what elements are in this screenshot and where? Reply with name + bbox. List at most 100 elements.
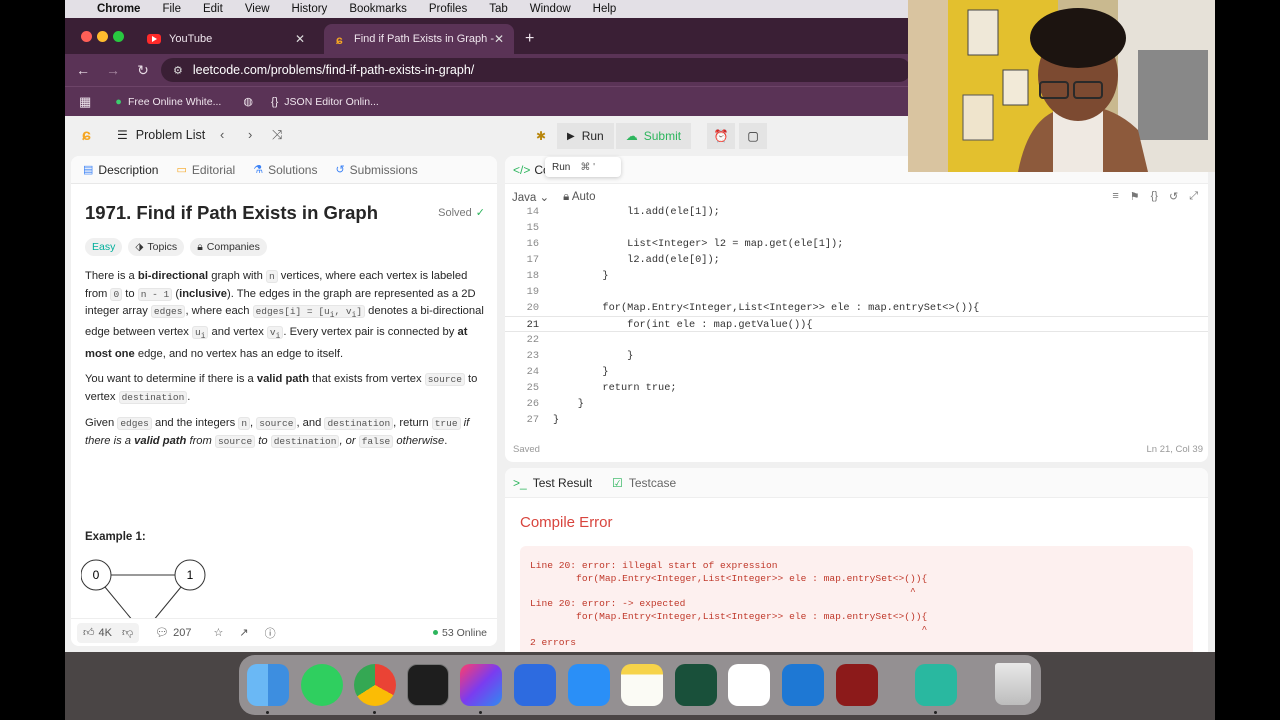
code-line[interactable]: 17 l2.add(ele[0]); — [505, 252, 1208, 268]
chrome-icon[interactable] — [354, 664, 396, 706]
code-line[interactable]: 15 — [505, 220, 1208, 236]
description-footer: 👍︎ 4K 👎︎ 💬︎ 207 ☆ ↗ ⓘ 53 Online — [71, 618, 497, 646]
star-icon[interactable]: ☆ — [213, 626, 223, 639]
code-line[interactable]: 14 l1.add(ele[1]); — [505, 206, 1208, 220]
menu-tab[interactable]: Tab — [489, 3, 508, 15]
leetcode-logo-icon[interactable]: ɕ — [82, 127, 98, 145]
tab-label: Testcase — [628, 475, 677, 490]
tab-title: YouTube — [169, 33, 213, 45]
reload-icon[interactable]: ↻ — [135, 62, 151, 79]
site-settings-icon[interactable]: ⚙ — [173, 64, 183, 77]
code-line[interactable]: 26 } — [505, 396, 1208, 412]
likes-count: 4K — [98, 626, 112, 639]
close-window-button[interactable] — [81, 31, 92, 42]
bookmark-json-editor[interactable]: {} JSON Editor Onlin... — [271, 96, 379, 108]
tab-solutions[interactable]: ⚗ Solutions — [253, 163, 317, 177]
editor-actions: ≡ ⚑ {} ↺ ⤢ — [1101, 190, 1198, 203]
problem-list-button[interactable]: ☰ Problem List — [117, 128, 205, 142]
code-line[interactable]: 20 for(Map.Entry<Integer,List<Integer>> … — [505, 300, 1208, 316]
back-icon[interactable]: ← — [75, 62, 91, 78]
bookmark-whiteboard[interactable]: ● Free Online White... — [115, 96, 221, 108]
notes-icon[interactable]: ▢ — [739, 123, 768, 149]
format-icon[interactable]: ≡ — [1112, 190, 1118, 203]
menu-profiles[interactable]: Profiles — [429, 3, 467, 15]
bookmark-globe[interactable]: ◍ — [243, 95, 259, 108]
menu-history[interactable]: History — [292, 3, 328, 15]
code-line[interactable]: 18 } — [505, 268, 1208, 284]
whatsapp-icon[interactable] — [301, 664, 343, 706]
help-icon[interactable]: ⓘ — [265, 625, 276, 641]
menu-help[interactable]: Help — [593, 3, 617, 15]
editor-status-bar: Saved Ln 21, Col 39 — [513, 444, 1203, 455]
terminal-icon: >_ — [513, 475, 527, 490]
prev-problem-icon[interactable]: ‹ — [220, 127, 224, 142]
tab-youtube[interactable]: YouTube ✕ — [141, 24, 315, 54]
code-text: } — [553, 350, 634, 362]
money-icon[interactable] — [675, 664, 717, 706]
vscode-icon[interactable] — [782, 664, 824, 706]
code-line[interactable]: 23 } — [505, 348, 1208, 364]
xcode-icon[interactable] — [514, 664, 556, 706]
braces-icon[interactable]: {} — [1151, 190, 1158, 203]
language-select[interactable]: Java ⌄ — [512, 190, 549, 204]
run-button[interactable]: ▶ Run — [557, 123, 614, 149]
comments-button[interactable]: 💬︎ 207 — [149, 623, 197, 643]
code-line[interactable]: 19 — [505, 284, 1208, 300]
shuffle-icon[interactable]: ⤨ — [272, 127, 282, 143]
tab-editorial[interactable]: ▭ Editorial — [176, 163, 235, 177]
notes-icon[interactable] — [621, 664, 663, 706]
code-line[interactable]: 21 for(int ele : map.getValue()){ — [505, 316, 1208, 332]
close-tab-icon[interactable]: ✕ — [295, 32, 305, 46]
screen-recorder-icon[interactable] — [915, 664, 957, 706]
trash-icon[interactable] — [995, 663, 1031, 705]
tab-testcase[interactable]: ☑ Testcase — [612, 476, 676, 490]
finder-icon[interactable] — [247, 664, 289, 706]
new-tab-icon[interactable]: + — [525, 24, 534, 54]
code-area[interactable]: 14 l1.add(ele[1]); 15 16 List<Integer> l2 … — [505, 206, 1208, 430]
appstore-icon[interactable] — [568, 664, 610, 706]
menu-view[interactable]: View — [245, 3, 270, 15]
zoom-window-button[interactable] — [113, 31, 124, 42]
code-line[interactable]: 27} — [505, 412, 1208, 428]
database-icon[interactable] — [836, 664, 878, 706]
code-line[interactable]: 25 return true; — [505, 380, 1208, 396]
lock-icon: 🔒︎ — [563, 190, 570, 203]
apps-grid-icon[interactable]: ▦ — [79, 94, 91, 110]
menu-bookmarks[interactable]: Bookmarks — [349, 3, 407, 15]
next-problem-icon[interactable]: › — [248, 127, 252, 142]
menu-file[interactable]: File — [162, 3, 181, 15]
topics-tag[interactable]: ⬗ Topics — [128, 238, 185, 256]
tab-submissions[interactable]: ↺ Submissions — [335, 163, 417, 177]
thumbs-up-icon: 👍︎ — [83, 627, 95, 639]
code-line[interactable]: 22 — [505, 332, 1208, 348]
menu-window[interactable]: Window — [530, 3, 571, 15]
tab-test-result[interactable]: >_ Test Result — [513, 476, 592, 490]
alarm-icon[interactable]: ⏰ — [707, 123, 736, 149]
debug-icon[interactable]: ✱ — [527, 123, 555, 149]
mac-dock — [239, 655, 1041, 715]
bookmark-icon[interactable]: ⚑ — [1130, 190, 1140, 203]
tab-leetcode[interactable]: ɕ Find if Path Exists in Graph - ✕ — [324, 24, 514, 54]
menu-app-name[interactable]: Chrome — [97, 3, 140, 15]
share-icon[interactable]: ↗ — [239, 626, 248, 639]
companies-tag[interactable]: 🔒︎ Companies — [190, 238, 267, 256]
running-indicator — [373, 711, 376, 714]
running-indicator — [934, 711, 937, 714]
menu-edit[interactable]: Edit — [203, 3, 223, 15]
close-tab-icon[interactable]: ✕ — [494, 32, 504, 46]
submit-button[interactable]: ☁ Submit — [615, 123, 692, 149]
terminal-icon[interactable] — [407, 664, 449, 706]
reset-icon[interactable]: ↺ — [1169, 190, 1178, 203]
like-button[interactable]: 👍︎ 4K 👎︎ — [77, 622, 140, 643]
slack-icon[interactable] — [728, 664, 770, 706]
bookmark-label: Free Online White... — [127, 95, 222, 108]
expand-icon[interactable]: ⤢ — [1189, 190, 1198, 203]
tab-description[interactable]: ▤ Description — [83, 163, 158, 177]
address-bar[interactable]: ⚙ leetcode.com/problems/find-if-path-exi… — [161, 58, 911, 82]
intellij-icon[interactable] — [460, 664, 502, 706]
code-line[interactable]: 16 List<Integer> l2 = map.get(ele[1]); — [505, 236, 1208, 252]
code-line[interactable]: 24 } — [505, 364, 1208, 380]
forward-icon[interactable]: → — [105, 62, 121, 78]
thumbs-down-icon[interactable]: 👎︎ — [122, 626, 133, 639]
minimize-window-button[interactable] — [97, 31, 108, 42]
